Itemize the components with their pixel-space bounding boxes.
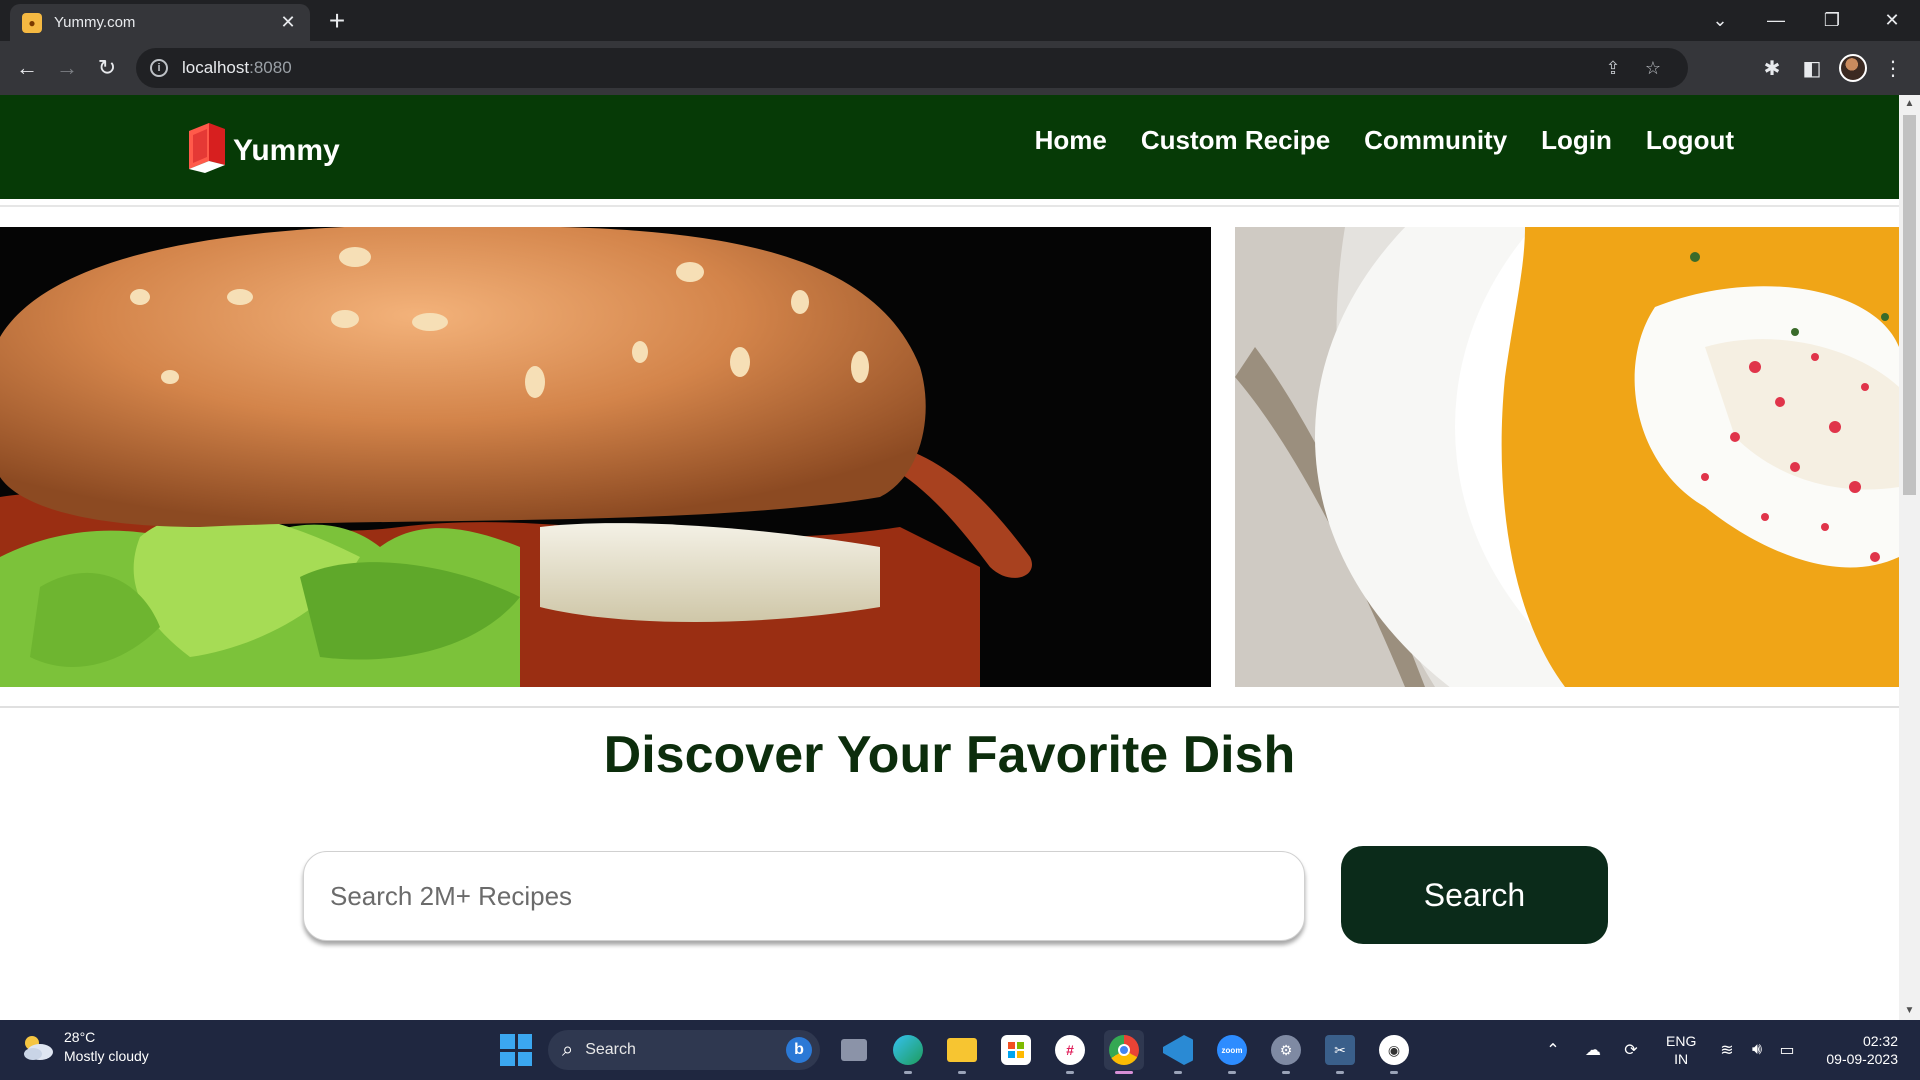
scroll-down-arrow-icon[interactable]: ▼ — [1899, 1002, 1920, 1020]
nav-custom-recipe[interactable]: Custom Recipe — [1141, 125, 1330, 156]
hero-image-soup — [1235, 227, 1899, 687]
extensions-puzzle-icon[interactable]: ✱ — [1755, 51, 1789, 85]
back-button[interactable]: ← — [10, 51, 44, 85]
divider — [0, 706, 1899, 708]
cloudy-weather-icon — [20, 1033, 54, 1061]
clock-date: 09-09-2023 — [1826, 1051, 1898, 1067]
taskbar-search-label: Search — [585, 1041, 636, 1058]
main-nav: Home Custom Recipe Community Login Logou… — [1035, 125, 1734, 156]
nav-login[interactable]: Login — [1541, 125, 1612, 156]
browser-menu-icon[interactable]: ⋮ — [1876, 51, 1910, 85]
close-tab-icon[interactable]: ✕ — [278, 12, 298, 33]
address-url: localhost:8080 — [182, 58, 292, 77]
site-navbar: Yummy Home Custom Recipe Community Login… — [0, 95, 1899, 199]
yummy-favicon-icon: ● — [22, 12, 42, 33]
clock-time: 02:32 — [1862, 1033, 1898, 1049]
page-scrollbar[interactable]: ▲ ▼ — [1899, 95, 1920, 1020]
search-button[interactable]: Search — [1341, 846, 1608, 944]
scroll-thumb[interactable] — [1903, 115, 1916, 495]
task-view-icon[interactable] — [834, 1030, 874, 1070]
logo-text: Yummy — [233, 134, 340, 167]
language-indicator[interactable]: ENG IN — [1666, 1032, 1696, 1068]
hero-image-burger — [0, 227, 1211, 687]
site-logo[interactable]: Yummy — [185, 121, 340, 173]
windows-start-icon[interactable] — [500, 1034, 532, 1066]
weather-description: Mostly cloudy — [64, 1048, 149, 1064]
nav-logout[interactable]: Logout — [1646, 125, 1734, 156]
tab-search-chevron-icon[interactable]: ⌄ — [1692, 0, 1748, 41]
edge-icon[interactable] — [888, 1030, 928, 1074]
wifi-icon[interactable]: ≋ — [1714, 1020, 1740, 1080]
zoom-icon[interactable]: zoom — [1212, 1030, 1252, 1074]
microsoft-store-icon[interactable] — [996, 1030, 1036, 1070]
forward-button[interactable]: → — [50, 51, 84, 85]
page-viewport: Yummy Home Custom Recipe Community Login… — [0, 95, 1920, 1020]
address-bar[interactable]: i localhost:8080 ⇪ ☆ — [136, 48, 1688, 88]
tab-title: Yummy.com — [54, 14, 136, 31]
nav-home[interactable]: Home — [1035, 125, 1107, 156]
restore-button[interactable]: ❐ — [1804, 0, 1860, 41]
new-tab-button[interactable]: + — [322, 6, 352, 36]
profile-avatar[interactable] — [1836, 51, 1870, 85]
volume-icon[interactable]: 🔊︎ — [1744, 1020, 1770, 1080]
sync-icon[interactable]: ⟳ — [1618, 1020, 1644, 1080]
bookmark-star-icon[interactable]: ☆ — [1638, 48, 1668, 88]
page-heading: Discover Your Favorite Dish — [603, 726, 1296, 784]
share-icon[interactable]: ⇪ — [1598, 48, 1628, 88]
settings-gear-icon[interactable]: ⚙ — [1266, 1030, 1306, 1074]
browser-tab[interactable]: ● Yummy.com ✕ — [10, 4, 310, 41]
github-desktop-icon[interactable]: ◉ — [1374, 1030, 1414, 1074]
onedrive-cloud-icon[interactable]: ☁ — [1580, 1020, 1606, 1080]
browser-toolbar: ← → ↻ i localhost:8080 ⇪ ☆ ✱ ◧ ⋮ — [0, 41, 1920, 95]
system-clock[interactable]: 02:32 09-09-2023 — [1818, 1032, 1898, 1068]
book-logo-icon — [185, 121, 229, 173]
snipping-tool-icon[interactable]: ✂ — [1320, 1030, 1360, 1074]
weather-widget[interactable]: 28°C Mostly cloudy — [20, 1028, 149, 1066]
recipe-search-input[interactable] — [303, 851, 1305, 941]
search-icon: ⌕ — [562, 1038, 574, 1061]
nav-community[interactable]: Community — [1364, 125, 1507, 156]
divider — [0, 205, 1899, 207]
scroll-up-arrow-icon[interactable]: ▲ — [1899, 95, 1920, 113]
vscode-icon[interactable] — [1158, 1030, 1198, 1074]
battery-icon[interactable]: ▭ — [1774, 1020, 1800, 1080]
close-window-button[interactable]: ✕ — [1864, 0, 1920, 41]
weather-temperature: 28°C — [64, 1029, 96, 1045]
reload-button[interactable]: ↻ — [90, 51, 124, 85]
show-hidden-icons-chevron-icon[interactable]: ⌃ — [1540, 1020, 1566, 1080]
minimize-button[interactable]: — — [1748, 0, 1804, 41]
browser-tab-strip: ● Yummy.com ✕ + ⌄ — ❐ ✕ — [0, 0, 1920, 41]
taskbar-search[interactable]: ⌕ Search b — [548, 1030, 820, 1070]
windows-taskbar: 28°C Mostly cloudy ⌕ Search b # zoom ⚙ ✂… — [0, 1020, 1920, 1080]
side-panel-icon[interactable]: ◧ — [1795, 51, 1829, 85]
file-explorer-icon[interactable] — [942, 1030, 982, 1074]
chrome-icon[interactable] — [1104, 1030, 1144, 1074]
slack-icon[interactable]: # — [1050, 1030, 1090, 1074]
bing-icon[interactable]: b — [786, 1037, 812, 1063]
site-info-icon[interactable]: i — [150, 59, 168, 77]
